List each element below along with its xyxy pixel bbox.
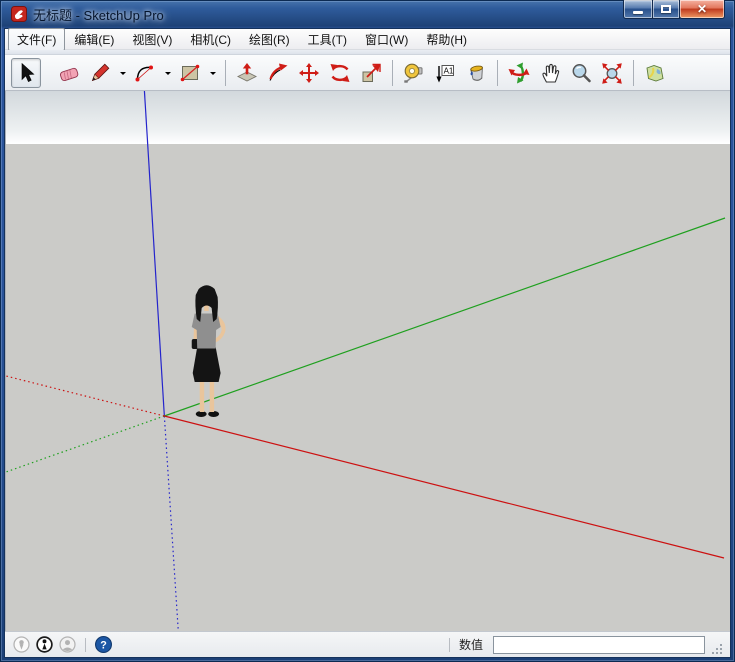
menu-tools[interactable]: 工具(T) xyxy=(299,28,356,51)
tape-measure-icon xyxy=(402,61,426,85)
pencil-dropdown-button[interactable] xyxy=(116,58,129,88)
geolocation-icon[interactable] xyxy=(13,636,30,653)
sky xyxy=(6,91,730,144)
pencil-icon xyxy=(88,61,112,85)
viewport-canvas[interactable] xyxy=(6,91,730,631)
rectangle-dropdown-button[interactable] xyxy=(206,58,219,88)
statusbar-separator xyxy=(85,638,86,652)
close-button[interactable]: ✕ xyxy=(679,0,725,19)
sketchup-logo-icon xyxy=(11,6,27,22)
zoom-extents-tool-button[interactable] xyxy=(597,58,627,88)
toolbar-separator xyxy=(497,60,498,86)
pencil-tool-button[interactable] xyxy=(85,58,115,88)
ground xyxy=(6,144,730,631)
arc-icon xyxy=(133,61,157,85)
sign-in-icon[interactable] xyxy=(59,636,76,653)
modeling-viewport[interactable] xyxy=(5,91,730,631)
rotate-icon xyxy=(328,61,352,85)
add-location-tool-button[interactable] xyxy=(640,58,670,88)
text-icon: A1 xyxy=(433,61,457,85)
menu-bar: 文件(F) 编辑(E) 视图(V) 相机(C) 绘图(R) 工具(T) 窗口(W… xyxy=(5,29,730,50)
rotate-tool-button[interactable] xyxy=(325,58,355,88)
menu-help[interactable]: 帮助(H) xyxy=(417,28,476,51)
status-bar: ? 数值 xyxy=(5,631,730,657)
pan-hand-icon xyxy=(538,61,562,85)
arc-tool-button[interactable] xyxy=(130,58,160,88)
client-area: 文件(F) 编辑(E) 视图(V) 相机(C) 绘图(R) 工具(T) 窗口(W… xyxy=(4,28,731,658)
maximize-icon xyxy=(661,5,671,13)
figure-skirt xyxy=(193,347,221,382)
toolbar: A1 xyxy=(5,55,730,91)
menu-view[interactable]: 视图(V) xyxy=(123,28,181,51)
app-window: 无标题 - SketchUp Pro ✕ 文件(F) 编辑(E) 视图(V) 相… xyxy=(0,0,735,662)
pan-tool-button[interactable] xyxy=(535,58,565,88)
measurements-input[interactable] xyxy=(493,636,705,654)
menu-edit[interactable]: 编辑(E) xyxy=(65,28,123,51)
select-arrow-icon xyxy=(14,61,38,85)
svg-text:A1: A1 xyxy=(444,66,454,75)
arc-dropdown-button[interactable] xyxy=(161,58,174,88)
chevron-down-icon xyxy=(210,72,216,78)
title-bar[interactable]: 无标题 - SketchUp Pro ✕ xyxy=(4,0,731,28)
zoom-icon xyxy=(569,61,593,85)
minimize-button[interactable] xyxy=(623,0,653,19)
rectangle-icon xyxy=(178,61,202,85)
add-location-map-icon xyxy=(643,61,667,85)
paint-bucket-icon xyxy=(464,61,488,85)
window-title: 无标题 - SketchUp Pro xyxy=(33,5,164,24)
zoom-tool-button[interactable] xyxy=(566,58,596,88)
move-icon xyxy=(297,61,321,85)
select-tool-button[interactable] xyxy=(11,58,41,88)
scale-icon xyxy=(359,61,383,85)
toolbar-separator xyxy=(633,60,634,86)
follow-me-icon xyxy=(266,61,290,85)
orbit-tool-button[interactable] xyxy=(504,58,534,88)
maximize-button[interactable] xyxy=(652,0,680,19)
statusbar-separator xyxy=(449,638,450,652)
follow-me-tool-button[interactable] xyxy=(263,58,293,88)
menu-window[interactable]: 窗口(W) xyxy=(356,28,417,51)
toolbar-separator xyxy=(392,60,393,86)
measurements-label: 数值 xyxy=(459,636,483,653)
window-controls: ✕ xyxy=(623,0,725,19)
menu-file[interactable]: 文件(F) xyxy=(8,28,65,51)
zoom-extents-icon xyxy=(600,61,624,85)
eraser-icon xyxy=(57,61,81,85)
menu-camera[interactable]: 相机(C) xyxy=(181,28,240,51)
move-tool-button[interactable] xyxy=(294,58,324,88)
scale-tool-button[interactable] xyxy=(356,58,386,88)
resize-grip[interactable] xyxy=(711,643,724,656)
chevron-down-icon xyxy=(165,72,171,78)
menu-draw[interactable]: 绘图(R) xyxy=(240,28,299,51)
push-pull-tool-button[interactable] xyxy=(232,58,262,88)
paint-bucket-tool-button[interactable] xyxy=(461,58,491,88)
chevron-down-icon xyxy=(120,72,126,78)
toolbar-separator xyxy=(225,60,226,86)
svg-text:?: ? xyxy=(100,639,107,651)
eraser-tool-button[interactable] xyxy=(54,58,84,88)
model-credits-icon[interactable] xyxy=(36,636,53,653)
rectangle-tool-button[interactable] xyxy=(175,58,205,88)
figure-leg xyxy=(200,381,204,412)
minimize-icon xyxy=(633,11,643,14)
close-icon: ✕ xyxy=(697,3,707,15)
tape-measure-tool-button[interactable] xyxy=(399,58,429,88)
text-tool-button[interactable]: A1 xyxy=(430,58,460,88)
orbit-icon xyxy=(507,61,531,85)
help-icon[interactable]: ? xyxy=(95,636,112,653)
push-pull-icon xyxy=(235,61,259,85)
figure-leg xyxy=(210,381,214,412)
